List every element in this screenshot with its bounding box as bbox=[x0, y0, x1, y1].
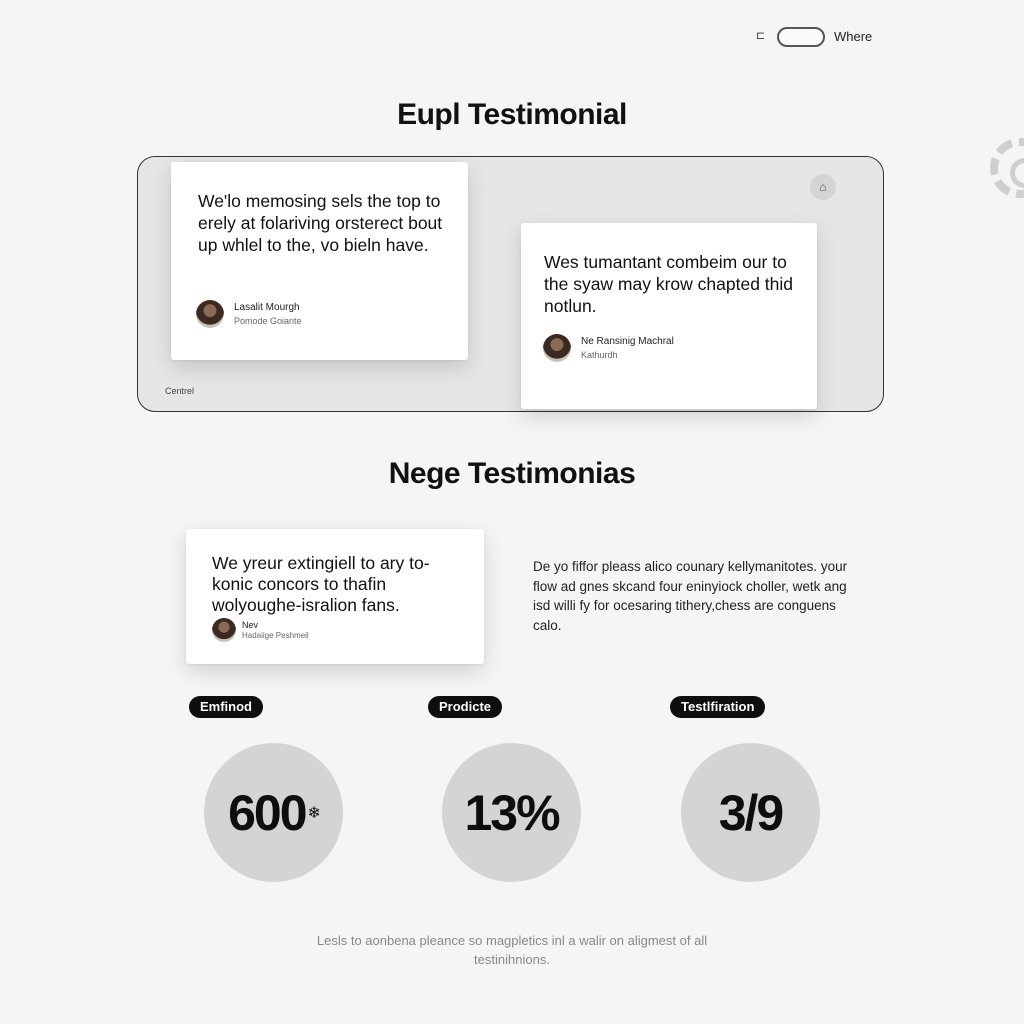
stat-circle: 600 ❄ bbox=[204, 743, 343, 882]
avatar bbox=[543, 334, 571, 362]
stat-value: 3/9 bbox=[718, 784, 785, 841]
avatar bbox=[212, 618, 236, 642]
stat-label: Emfinod bbox=[189, 696, 263, 718]
testimonial-card: We yreur extingiell to ary to-konic conc… bbox=[186, 529, 484, 664]
testimonial-author: Ne Ransinig Machral Kathurdh bbox=[543, 334, 674, 362]
author-role: Kathurdh bbox=[581, 349, 618, 360]
author-name: Nev bbox=[242, 619, 259, 630]
author-role: Pomode Goiante bbox=[234, 315, 302, 326]
testimonial-author: Nev Hadaiige Peshmeil bbox=[212, 618, 309, 642]
testimonial-author: Lasalit Mourgh Pomode Goiante bbox=[196, 300, 302, 328]
gear-icon bbox=[990, 138, 1024, 198]
stat-label: Prodicte bbox=[428, 696, 503, 718]
section-title-2: Nege Testimonias bbox=[388, 457, 636, 490]
author-role: Hadaiige Peshmeil bbox=[242, 630, 309, 640]
stat-value: 600 bbox=[228, 784, 307, 841]
avatar bbox=[196, 300, 224, 328]
stat-circle: 13% bbox=[442, 743, 581, 882]
section-description: De yo fiffor pleass alico counary kellym… bbox=[533, 559, 848, 633]
footer-line: Lesls to aonbena pleance so magpletics i… bbox=[316, 933, 708, 948]
toggle-label: Where bbox=[834, 29, 873, 44]
stat-circle: 3/9 bbox=[681, 743, 820, 882]
testimonial-quote: Wes tumantant combeim our to the syaw ma… bbox=[544, 252, 794, 316]
carousel-nav-icon: ⌂ bbox=[819, 180, 827, 194]
toggle-switch[interactable] bbox=[777, 27, 825, 47]
footer-note: Lesls to aonbena pleance so magpletics i… bbox=[0, 931, 1024, 969]
testimonial-card: We'lo memosing sels the top to erely at … bbox=[171, 162, 468, 360]
testimonial-quote: We'lo memosing sels the top to erely at … bbox=[198, 191, 443, 255]
testimonial-quote: We yreur extingiell to ary to-konic conc… bbox=[212, 553, 430, 615]
author-name: Lasalit Mourgh bbox=[234, 302, 300, 314]
author-name: Ne Ransinig Machral bbox=[581, 336, 674, 348]
carousel-nav-button[interactable]: ⌂ bbox=[810, 174, 836, 200]
carousel-corner-label: Centrel bbox=[165, 386, 195, 396]
footer-line: testinihnions. bbox=[474, 952, 550, 967]
stat-suffix: ❄ bbox=[307, 804, 321, 822]
testimonial-card: Wes tumantant combeim our to the syaw ma… bbox=[521, 223, 817, 409]
section-title-1: Eupl Testimonial bbox=[397, 98, 627, 131]
toggle-settings-icon: ⊏ bbox=[756, 30, 766, 42]
stat-value: 13% bbox=[464, 784, 560, 841]
stat-label: Testlfiration bbox=[670, 696, 766, 718]
